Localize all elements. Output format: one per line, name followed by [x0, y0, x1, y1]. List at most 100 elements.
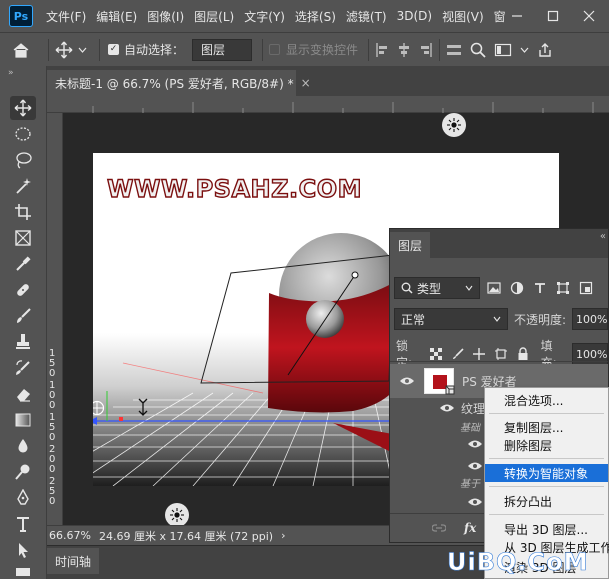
blend-mode-dropdown[interactable]: 正常	[394, 308, 508, 330]
layer-thumbnail[interactable]	[424, 368, 455, 395]
move-icon	[14, 99, 32, 117]
workspace-icon[interactable]	[494, 42, 512, 58]
document-tab[interactable]: 未标题-1 @ 66.7% (PS 爱好者, RGB/8#) * ×	[47, 70, 311, 96]
horizontal-ruler[interactable]	[47, 96, 609, 113]
filter-adjustment-icon[interactable]	[508, 279, 526, 297]
3d-layer-badge-icon	[445, 385, 455, 395]
collapse-panel-icon[interactable]: «	[600, 231, 606, 242]
search-icon	[401, 282, 413, 294]
menu-item-duplicate-layer[interactable]: 复制图层...	[485, 418, 608, 436]
menu-edit[interactable]: 编辑(E)	[91, 8, 142, 25]
menu-layer[interactable]: 图层(L)	[189, 8, 239, 25]
filter-type-icon[interactable]	[531, 279, 549, 297]
light-gizmo-top[interactable]	[442, 113, 466, 137]
marquee-tool[interactable]	[10, 122, 36, 146]
blur-tool[interactable]	[10, 434, 36, 458]
layers-tab[interactable]: 图层	[390, 232, 431, 258]
menu-file[interactable]: 文件(F)	[41, 8, 91, 25]
texture-sub-label: 基于	[460, 479, 480, 490]
axis-origin	[119, 417, 123, 421]
frame-tool[interactable]	[10, 226, 36, 250]
share-icon[interactable]	[537, 42, 553, 58]
eye-icon[interactable]	[466, 459, 484, 473]
history-brush-tool[interactable]	[10, 356, 36, 380]
magic-wand-icon	[16, 178, 31, 194]
filter-pixel-icon[interactable]	[485, 279, 503, 297]
zoom-level[interactable]: 66.67%	[49, 529, 91, 542]
layers-panel-header: 图层	[390, 229, 608, 258]
stamp-icon	[16, 334, 30, 349]
site-watermark: UiBQ.CoM	[447, 548, 589, 577]
close-tab-button[interactable]: ×	[301, 76, 311, 90]
brush-tool[interactable]	[10, 304, 36, 328]
menu-select[interactable]: 选择(S)	[290, 8, 341, 25]
menu-type[interactable]: 文字(Y)	[239, 8, 290, 25]
rectangle-icon	[16, 568, 30, 576]
show-transform-checkbox[interactable]	[269, 44, 281, 55]
menu-3d[interactable]: 3D(D)	[392, 9, 437, 23]
document-tab-title: 未标题-1 @ 66.7% (PS 爱好者, RGB/8#) *	[55, 76, 294, 91]
minimize-button[interactable]	[500, 0, 534, 32]
move-tool[interactable]	[10, 96, 36, 120]
filter-smart-object-icon[interactable]	[577, 279, 595, 297]
home-icon	[13, 42, 29, 58]
home-button[interactable]	[0, 42, 42, 58]
menu-image[interactable]: 图像(I)	[142, 8, 189, 25]
magic-wand-tool[interactable]	[10, 174, 36, 198]
website-text-title: WWW.PSAHZ.COM	[106, 174, 363, 203]
menu-separator	[489, 514, 604, 515]
align-right-icon[interactable]	[419, 42, 433, 58]
healing-brush-tool[interactable]	[10, 278, 36, 302]
divider	[390, 361, 608, 362]
options-right-icons	[446, 42, 553, 58]
menu-item-blending-options[interactable]: 混合选项...	[485, 391, 608, 409]
expand-toolbar-icon[interactable]: »	[8, 68, 14, 78]
close-window-button[interactable]	[572, 0, 606, 32]
type-tool[interactable]	[10, 512, 36, 536]
filter-shape-icon[interactable]	[554, 279, 572, 297]
ruler-ticks	[92, 102, 594, 113]
vertical-ruler[interactable]: 1 5 0 1 0 0 1 5 0 2 0 0 2 5 0	[47, 113, 63, 525]
eye-icon[interactable]	[398, 374, 416, 388]
status-info-arrow[interactable]: ›	[281, 529, 285, 542]
menu-item-export-3d-layer[interactable]: 导出 3D 图层...	[485, 520, 608, 538]
menu-filter[interactable]: 滤镜(T)	[341, 8, 392, 25]
pen-tool[interactable]	[10, 486, 36, 510]
fx-icon[interactable]: fx	[464, 521, 476, 535]
chevron-down-icon[interactable]	[520, 47, 529, 53]
timeline-tab[interactable]: 时间轴	[47, 548, 100, 574]
opacity-input[interactable]: 100%	[572, 308, 608, 330]
dodge-tool[interactable]	[10, 460, 36, 484]
blend-mode-value: 正常	[401, 312, 426, 327]
droplet-icon	[18, 439, 28, 453]
menu-item-split-extrusion[interactable]: 拆分凸出	[485, 492, 608, 510]
photoshop-logo: Ps	[9, 5, 33, 27]
eye-icon[interactable]	[466, 495, 484, 509]
maximize-button[interactable]	[536, 0, 570, 32]
light-gizmo-bottom[interactable]	[165, 503, 189, 525]
auto-select-target-dropdown[interactable]: 图层	[192, 38, 253, 61]
move-tool-preset[interactable]	[55, 41, 87, 59]
link-layers-icon[interactable]	[432, 523, 446, 533]
menu-item-delete-layer[interactable]: 删除图层	[485, 436, 608, 454]
search-icon[interactable]	[470, 42, 486, 58]
menu-view[interactable]: 视图(V)	[437, 8, 489, 25]
eye-icon[interactable]	[438, 401, 456, 415]
crop-tool[interactable]	[10, 200, 36, 224]
menu-separator	[489, 413, 604, 414]
filter-kind-dropdown[interactable]: 类型	[394, 277, 480, 299]
distribute-icon[interactable]	[446, 43, 462, 57]
clone-stamp-tool[interactable]	[10, 330, 36, 354]
eraser-tool[interactable]	[10, 382, 36, 406]
eyedropper-tool[interactable]	[10, 252, 36, 276]
lasso-tool[interactable]	[10, 148, 36, 172]
separator	[439, 38, 441, 61]
auto-select-checkbox[interactable]: ✓	[108, 44, 119, 55]
path-selection-tool[interactable]	[10, 538, 36, 562]
align-left-icon[interactable]	[375, 42, 389, 58]
align-center-icon[interactable]	[397, 42, 411, 58]
eye-icon[interactable]	[466, 437, 484, 451]
rectangle-tool[interactable]	[10, 564, 36, 578]
gradient-tool[interactable]	[10, 408, 36, 432]
menu-item-convert-smart-object[interactable]: 转换为智能对象	[485, 464, 608, 482]
